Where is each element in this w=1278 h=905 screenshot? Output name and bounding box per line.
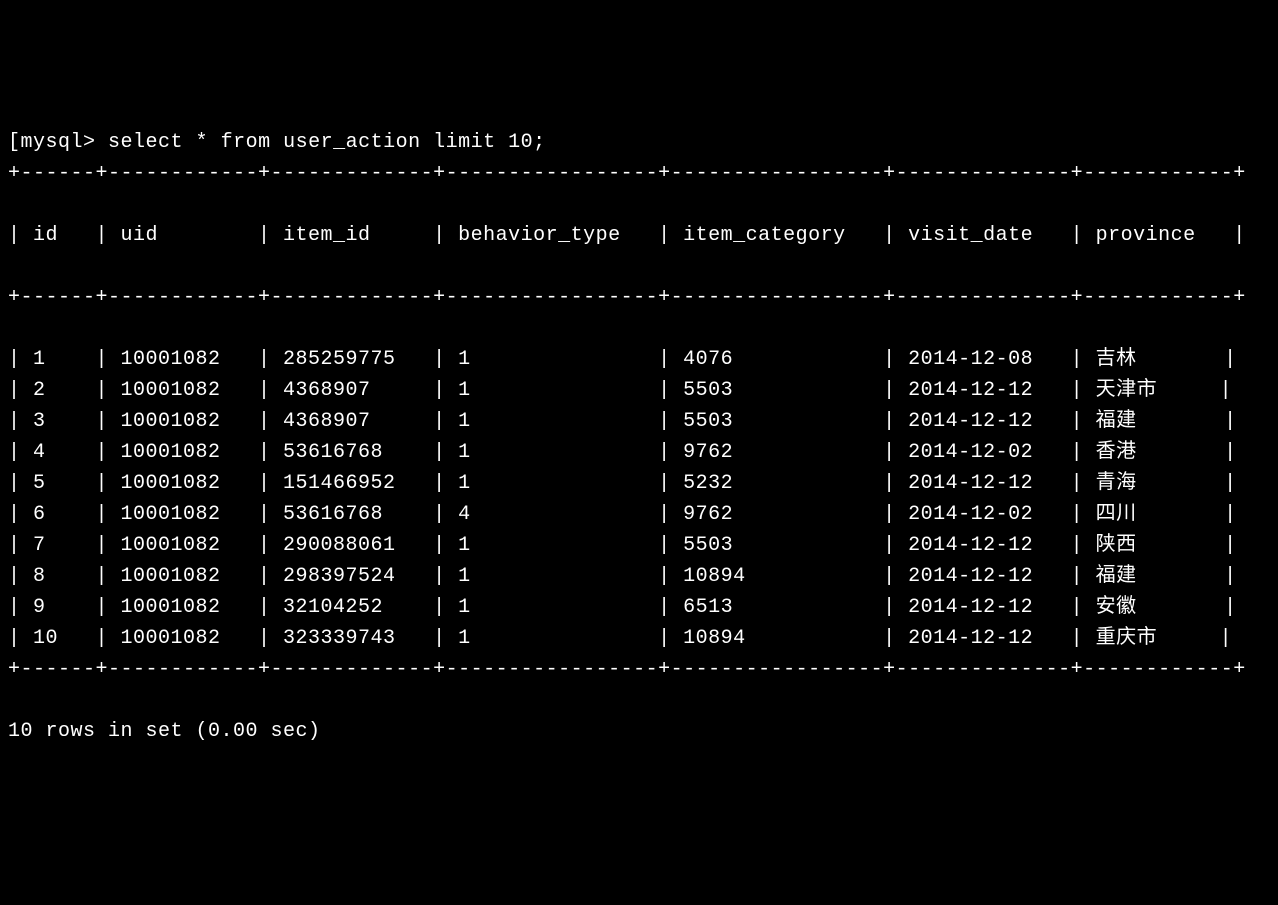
table-body: | 1 | 10001082 | 285259775 | 1 | 4076 | … [8,344,1270,654]
result-footer: 10 rows in set (0.00 sec) [8,720,321,743]
table-border-mid: +------+------------+-------------+-----… [8,282,1270,313]
table-border-bottom: +------+------------+-------------+-----… [8,654,1270,685]
mysql-prompt: mysql> [21,131,96,154]
prompt-bracket-open: [ [8,131,21,154]
table-border-top: +------+------------+-------------+-----… [8,158,1270,189]
sql-query[interactable]: select * from user_action limit 10; [108,131,546,154]
table-header-row: | id | uid | item_id | behavior_type | i… [8,220,1270,251]
terminal-output: [mysql> select * from user_action limit … [8,127,1270,747]
